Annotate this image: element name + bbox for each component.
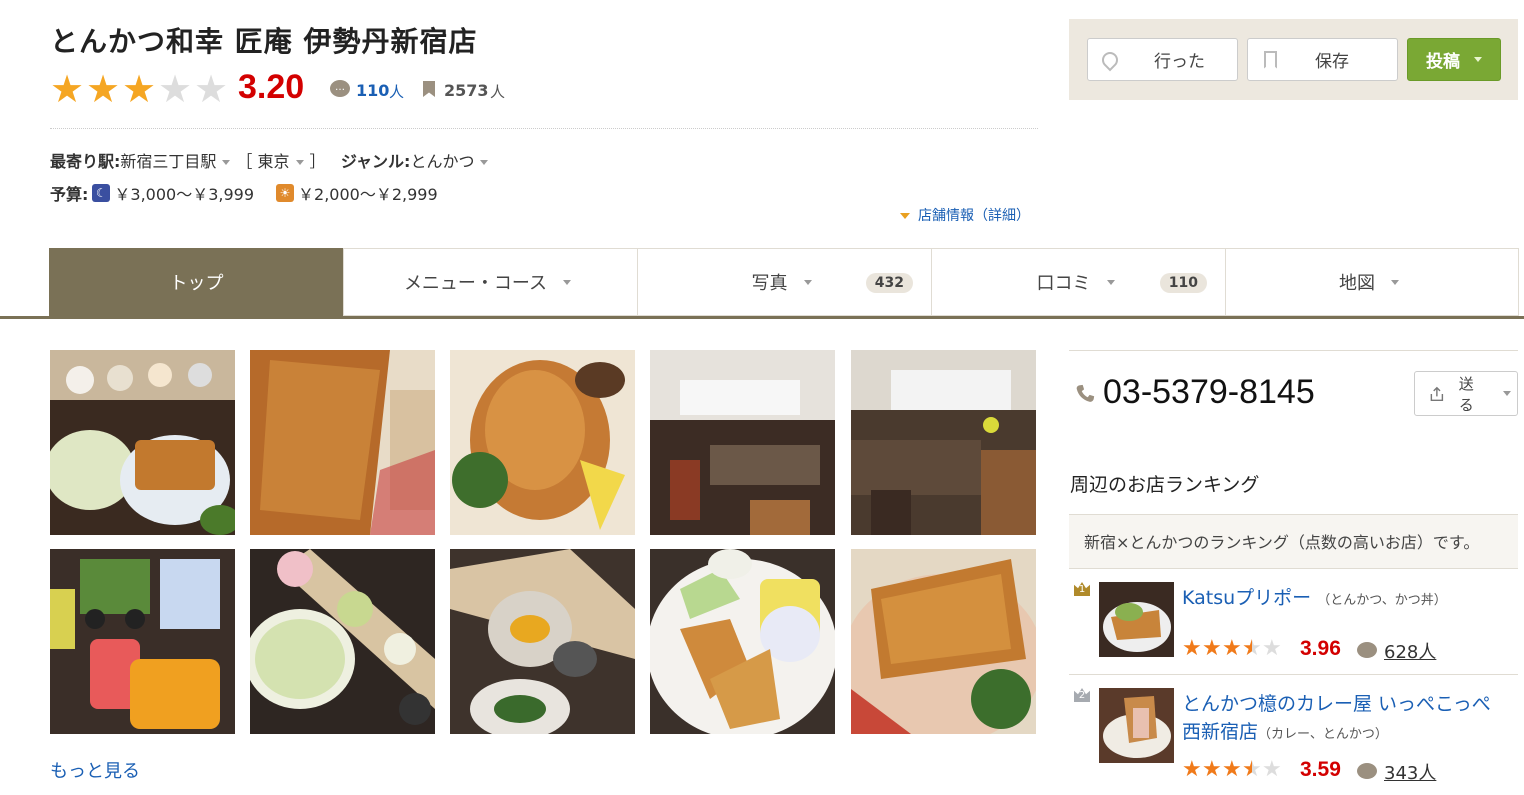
- ranking-item[interactable]: 1 Katsuプリポー （とんかつ、かつ丼） ★ ★ ★ ★ ★ 3.96 62…: [1069, 570, 1518, 675]
- star-empty-icon: ★: [158, 67, 193, 111]
- tab-bar: トップ メニュー・コース 写真 432 口コミ 110 地図: [49, 248, 1519, 316]
- tab-photos[interactable]: 写真 432: [637, 248, 931, 316]
- moon-icon: ☾: [92, 184, 111, 202]
- chevron-down-icon: [1503, 391, 1511, 396]
- fried-shrimp-plate-photo[interactable]: [650, 549, 835, 734]
- sidebar-divider: [1069, 350, 1518, 351]
- station-label: 最寄り駅:: [50, 152, 121, 171]
- more-photos-link[interactable]: もっと見る: [50, 757, 140, 783]
- tab-top[interactable]: トップ: [49, 248, 343, 316]
- star-icon: ★: [50, 67, 85, 111]
- review-bubble-icon: [1357, 642, 1377, 658]
- divider: [1069, 674, 1518, 675]
- tab-underline: [0, 316, 1524, 319]
- review-count-link[interactable]: 110: [356, 81, 389, 100]
- star-icon: ★: [1222, 636, 1242, 661]
- star-empty-icon: ★: [1262, 757, 1282, 782]
- chevron-down-icon[interactable]: [295, 160, 304, 165]
- triangle-down-icon: [900, 213, 910, 219]
- rating-stars: ★ ★ ★ ★ ★: [50, 70, 230, 108]
- star-icon: ★: [86, 67, 121, 111]
- budget-dinner: ￥3,000～￥3,999: [114, 185, 255, 204]
- star-icon: ★: [122, 67, 157, 111]
- chevron-down-icon: [1106, 279, 1115, 285]
- tab-reviews[interactable]: 口コミ 110: [931, 248, 1225, 316]
- ranking-title: 周辺のお店ランキング: [1070, 474, 1260, 496]
- phone-icon: [1076, 384, 1095, 402]
- store-detail-link[interactable]: 店舗情報（詳細）: [900, 205, 1030, 225]
- divider: [50, 128, 1038, 129]
- restaurant-title: とんかつ和幸 匠庵 伊勢丹新宿店: [50, 25, 478, 58]
- tab-map[interactable]: 地図: [1225, 248, 1519, 316]
- ranking-stars: ★ ★ ★ ★ ★: [1182, 638, 1282, 660]
- budget-lunch: ￥2,000～￥2,999: [298, 185, 438, 204]
- dining-room-photo[interactable]: [650, 350, 835, 535]
- ranking-score: 3.59: [1300, 758, 1341, 781]
- ranking-name-link[interactable]: Katsuプリポー （とんかつ、かつ丼）: [1182, 584, 1512, 615]
- station-genre-row: 最寄り駅:新宿三丁目駅 ［ 東京 ］ ジャンル:とんかつ: [50, 148, 494, 172]
- katsu-plate-photo[interactable]: [851, 549, 1036, 734]
- ranking-review-link[interactable]: 343人: [1384, 759, 1436, 785]
- budget-row: 予算: ☾ ￥3,000～￥3,999 ☀ ￥2,000～￥2,999: [50, 181, 438, 205]
- sauce-bowl-photo[interactable]: [450, 549, 635, 734]
- post-button[interactable]: 投稿: [1407, 38, 1501, 81]
- rank-crown-icon: 1: [1074, 582, 1090, 596]
- star-icon: ★: [1182, 757, 1202, 782]
- ranking-description: 新宿×とんかつのランキング（点数の高いお店）です。: [1069, 514, 1518, 569]
- station-link[interactable]: 新宿三丁目駅: [120, 152, 216, 171]
- star-icon: ★: [1202, 757, 1222, 782]
- star-empty-icon: ★: [1262, 636, 1282, 661]
- genre-link[interactable]: とんかつ: [410, 152, 474, 171]
- budget-label: 予算:: [50, 185, 89, 204]
- phone-number: 03-5379-8145: [1103, 373, 1315, 411]
- send-button[interactable]: 送る: [1414, 371, 1518, 416]
- chevron-down-icon: [803, 279, 812, 285]
- photo-count-badge: 432: [865, 273, 913, 293]
- star-half-icon: ★: [1242, 636, 1262, 661]
- katsu-closeup-photo[interactable]: [250, 350, 435, 535]
- share-icon: [1430, 386, 1444, 401]
- star-icon: ★: [1182, 636, 1202, 661]
- star-icon: ★: [1202, 636, 1222, 661]
- chevron-down-icon[interactable]: [480, 160, 489, 165]
- review-count-badge: 110: [1159, 273, 1207, 293]
- rank-crown-icon: 2: [1074, 688, 1090, 702]
- rating-score: 3.20: [238, 68, 305, 106]
- genre-label: ジャンル:: [340, 152, 411, 171]
- bookmark-count: 2573: [444, 81, 489, 100]
- review-unit: 人: [389, 83, 405, 101]
- ranking-review-link[interactable]: 628人: [1384, 638, 1436, 664]
- ranking-stars: ★ ★ ★ ★ ★: [1182, 759, 1282, 781]
- chevron-down-icon: [563, 279, 572, 285]
- star-half-icon: ★: [1242, 757, 1262, 782]
- bookmark-icon: [423, 81, 435, 97]
- bookmark-outline-icon: [1264, 50, 1277, 69]
- ranking-item[interactable]: 2 とんかつ檍のカレー屋 いっぺこっぺ 西新宿店（カレー、とんかつ） ★ ★ ★…: [1069, 676, 1518, 784]
- dining-room-2-photo[interactable]: [851, 350, 1036, 535]
- review-bubble-icon: [1357, 763, 1377, 779]
- sun-icon: ☀: [276, 184, 295, 202]
- chevron-down-icon: [1391, 279, 1399, 285]
- bookmark-unit: 人: [490, 83, 506, 101]
- review-bubble-icon: …: [330, 80, 350, 97]
- kids-meal-photo[interactable]: [50, 549, 235, 734]
- area-link[interactable]: 東京: [258, 152, 290, 171]
- tab-menu-course[interactable]: メニュー・コース: [343, 248, 637, 316]
- fried-cutlet-lemon-photo[interactable]: [450, 350, 635, 535]
- star-empty-icon: ★: [194, 67, 229, 111]
- cabbage-pickles-photo[interactable]: [250, 549, 435, 734]
- set-meal-photo[interactable]: [50, 350, 235, 535]
- went-button[interactable]: 行った: [1087, 38, 1238, 81]
- chevron-down-icon[interactable]: [1474, 57, 1482, 62]
- ranking-score: 3.96: [1300, 637, 1341, 660]
- ranking-name-link[interactable]: とんかつ檍のカレー屋 いっぺこっぺ 西新宿店（カレー、とんかつ）: [1182, 690, 1512, 749]
- ranking-thumbnail[interactable]: [1099, 688, 1174, 763]
- action-box: 行った 保存 投稿: [1069, 19, 1518, 100]
- star-icon: ★: [1222, 757, 1242, 782]
- chevron-down-icon[interactable]: [222, 160, 231, 165]
- location-pin-icon: [1098, 48, 1122, 71]
- save-button[interactable]: 保存: [1247, 38, 1398, 81]
- ranking-thumbnail[interactable]: [1099, 582, 1174, 657]
